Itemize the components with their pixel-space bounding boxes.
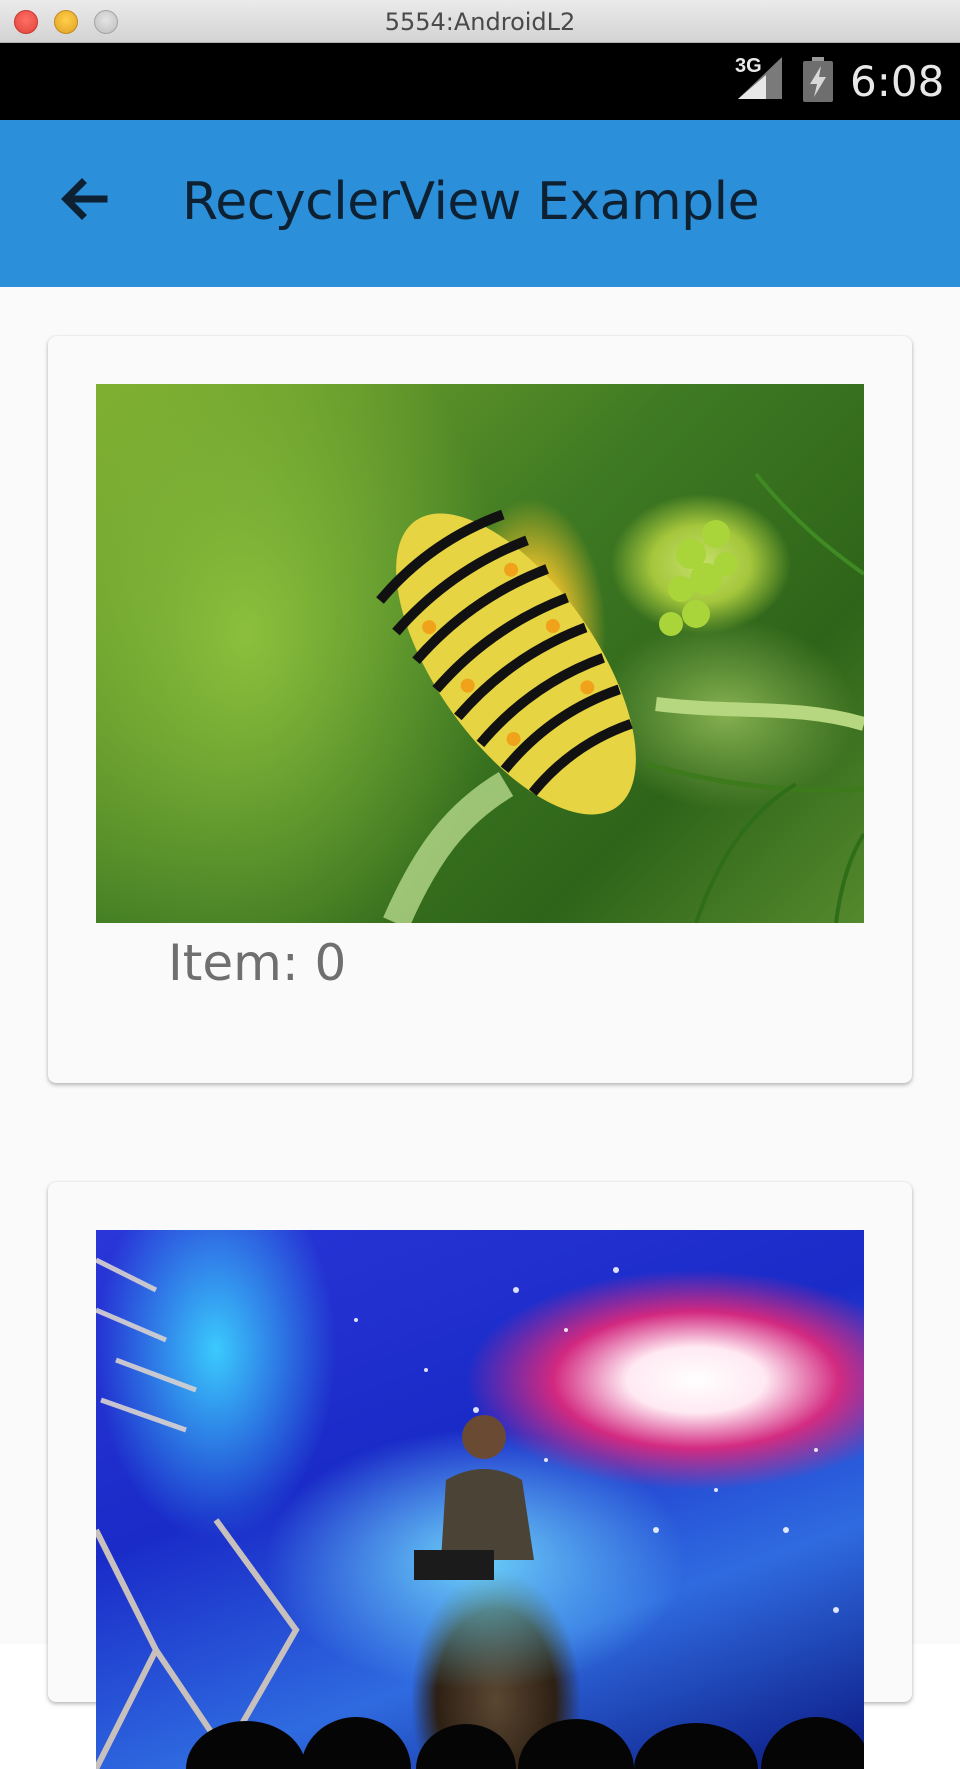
status-clock: 6:08 xyxy=(850,57,945,106)
galaxy-stage-photo xyxy=(96,1230,864,1769)
window-title: 5554:AndroidL2 xyxy=(384,8,576,36)
cell-signal-icon xyxy=(738,57,782,99)
caterpillar-photo xyxy=(96,384,864,923)
app-bar-title: RecyclerView Example xyxy=(182,172,760,232)
arrow-back-icon[interactable] xyxy=(56,172,110,226)
window-titlebar: 5554:AndroidL2 xyxy=(0,0,960,43)
list-item-card[interactable]: Item: 0 xyxy=(48,336,912,1083)
list-item-label: Item: 0 xyxy=(168,934,347,992)
list-item-card[interactable] xyxy=(48,1182,912,1769)
stage-illustration xyxy=(96,1257,864,1769)
status-bar: 3G 6:08 xyxy=(0,43,960,120)
battery-charging-icon xyxy=(803,57,833,102)
caterpillar-illustration xyxy=(376,472,864,923)
